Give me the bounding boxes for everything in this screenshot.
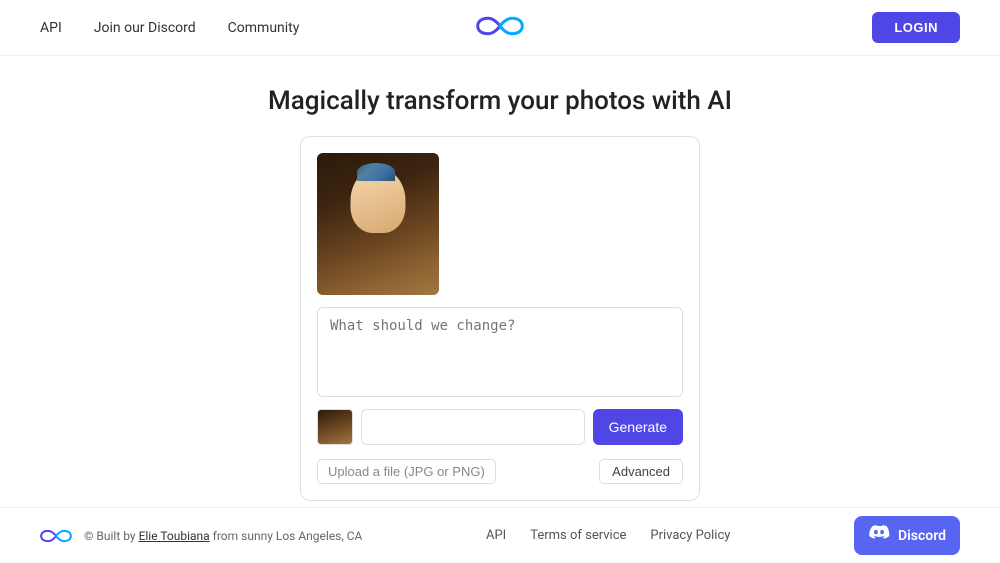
upload-hint: (JPG or PNG): [404, 464, 485, 479]
footer: © Built by Elie Toubiana from sunny Los …: [0, 507, 1000, 563]
footer-logo-icon: [40, 526, 72, 546]
nav-left: API Join our Discord Community: [40, 20, 872, 36]
source-image: [317, 153, 439, 295]
footer-privacy-link[interactable]: Privacy Policy: [650, 528, 730, 543]
editor-card: Generate Upload a file (JPG or PNG) Adva…: [300, 136, 700, 501]
footer-center-links: API Terms of service Privacy Policy: [486, 528, 730, 543]
main-content: Magically transform your photos with AI …: [0, 56, 1000, 501]
login-button[interactable]: LOGIN: [872, 12, 960, 43]
brand-logo-icon: [476, 11, 524, 41]
discord-label: Discord: [898, 528, 946, 544]
nav-api-link[interactable]: API: [40, 20, 62, 36]
navbar: API Join our Discord Community LOGIN: [0, 0, 1000, 56]
footer-copyright-text: © Built by Elie Toubiana from sunny Los …: [84, 529, 362, 543]
thumbnail-preview: [317, 409, 353, 445]
footer-right: Discord: [854, 516, 960, 555]
nav-community-link[interactable]: Community: [228, 20, 300, 36]
nav-right: LOGIN: [872, 12, 960, 43]
upload-row: Upload a file (JPG or PNG) Advanced: [317, 459, 683, 484]
prompt-textarea[interactable]: [317, 307, 683, 397]
page-headline: Magically transform your photos with AI: [268, 86, 732, 116]
advanced-button[interactable]: Advanced: [599, 459, 683, 484]
discord-icon: [868, 522, 890, 549]
nav-discord-link[interactable]: Join our Discord: [94, 20, 196, 36]
footer-left: © Built by Elie Toubiana from sunny Los …: [40, 526, 362, 546]
footer-terms-link[interactable]: Terms of service: [530, 528, 626, 543]
generate-button[interactable]: Generate: [593, 409, 683, 445]
upload-label: Upload a file: [328, 464, 400, 479]
upload-file-button[interactable]: Upload a file (JPG or PNG): [317, 459, 496, 484]
painting-preview: [317, 153, 439, 295]
footer-author-link[interactable]: Elie Toubiana: [139, 529, 210, 543]
prompt-input[interactable]: [361, 409, 585, 445]
discord-button[interactable]: Discord: [854, 516, 960, 555]
bottom-row: Generate: [317, 409, 683, 445]
footer-api-link[interactable]: API: [486, 528, 506, 543]
nav-center-logo: [476, 11, 524, 45]
